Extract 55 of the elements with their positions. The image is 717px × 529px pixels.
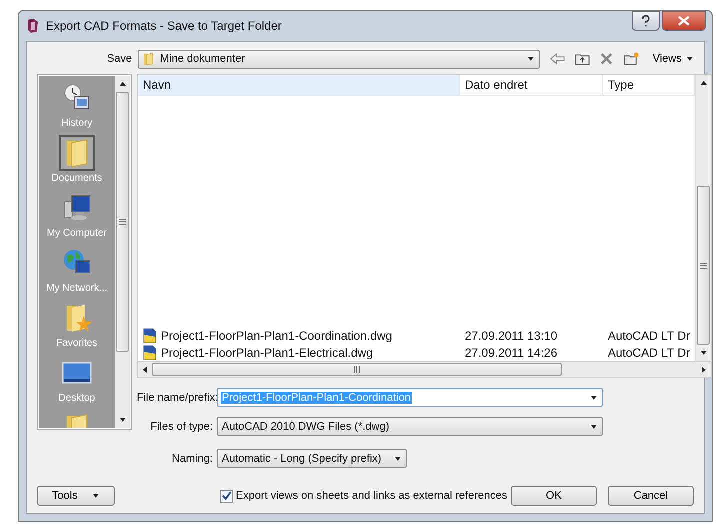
question-icon	[641, 15, 651, 27]
caret-icon	[526, 55, 535, 63]
back-icon[interactable]	[550, 52, 566, 66]
places-label: History	[61, 118, 93, 129]
new-folder-icon[interactable]	[624, 52, 639, 66]
app-logo-icon	[25, 18, 41, 34]
column-header[interactable]: Dato endret	[460, 75, 603, 95]
dialog-button[interactable]: Cancel	[608, 486, 694, 506]
column-header[interactable]: Navn	[138, 75, 460, 95]
save-in-label: Save	[106, 53, 132, 65]
scrollbar-thumb[interactable]	[116, 92, 129, 352]
places-label: My Network...	[46, 283, 108, 294]
file-name[interactable]: Project1-FloorPlan-Plan1-Electrical.dwg	[161, 346, 374, 360]
save-in-dropdown[interactable]: Mine dokumenter	[138, 50, 540, 68]
caret-icon	[590, 394, 598, 402]
scroll-left-icon[interactable]	[141, 366, 149, 374]
type-cell-text: AutoCAD LT Dr	[607, 328, 692, 342]
drawing-file-icon	[143, 328, 157, 344]
caret-icon	[686, 55, 694, 63]
checkbox-label: Export views on sheets and links as external references	[236, 490, 508, 502]
scroll-down-icon	[700, 349, 708, 357]
naming-dropdown[interactable]: Automatic - Long (Specify prefix)	[217, 449, 407, 468]
delete-icon[interactable]	[600, 52, 614, 66]
date-cell-text: 27.09.2011 13:10	[464, 328, 559, 342]
dialog-button[interactable]: OK	[511, 486, 597, 506]
scrollbar-thumb[interactable]	[152, 363, 562, 376]
caret-icon	[590, 422, 598, 430]
naming-label: Naming:	[171, 452, 213, 464]
places-label: Desktop	[58, 393, 96, 404]
places-label: Favorites	[56, 338, 98, 349]
scroll-down-icon	[118, 416, 126, 424]
help-button[interactable]	[632, 11, 660, 31]
file-type-dropdown[interactable]: AutoCAD 2010 DWG Files (*.dwg)	[217, 417, 603, 436]
file-type-label: Files of type:	[150, 420, 213, 432]
date-cell-text: 27.09.2011 14:26	[464, 346, 559, 360]
views-menu-button[interactable]: Views	[652, 53, 694, 65]
scroll-right-icon[interactable]	[700, 366, 708, 374]
tools-button[interactable]: Tools	[37, 486, 115, 506]
window-title: Export CAD Formats - Save to Target Folder	[46, 19, 282, 33]
caret-icon	[394, 454, 402, 462]
places-label: Documents	[52, 173, 102, 184]
places-label: My Computer	[46, 228, 107, 239]
file-name[interactable]: Project1-FloorPlan-Plan1-Coordination.dwg	[161, 328, 392, 342]
drawing-file-icon	[143, 344, 157, 360]
scrollbar-thumb[interactable]	[697, 186, 710, 345]
type-cell-text: AutoCAD LT Dr	[607, 346, 692, 360]
scroll-up-icon[interactable]	[118, 80, 126, 88]
folder-up-icon[interactable]	[575, 52, 590, 66]
scroll-up-icon[interactable]	[700, 79, 708, 87]
caret-icon	[92, 492, 100, 500]
close-icon	[678, 16, 690, 26]
close-button[interactable]	[662, 11, 706, 31]
folder-icon	[143, 52, 156, 66]
checkbox[interactable]	[220, 490, 233, 502]
folder-icon	[61, 137, 93, 169]
